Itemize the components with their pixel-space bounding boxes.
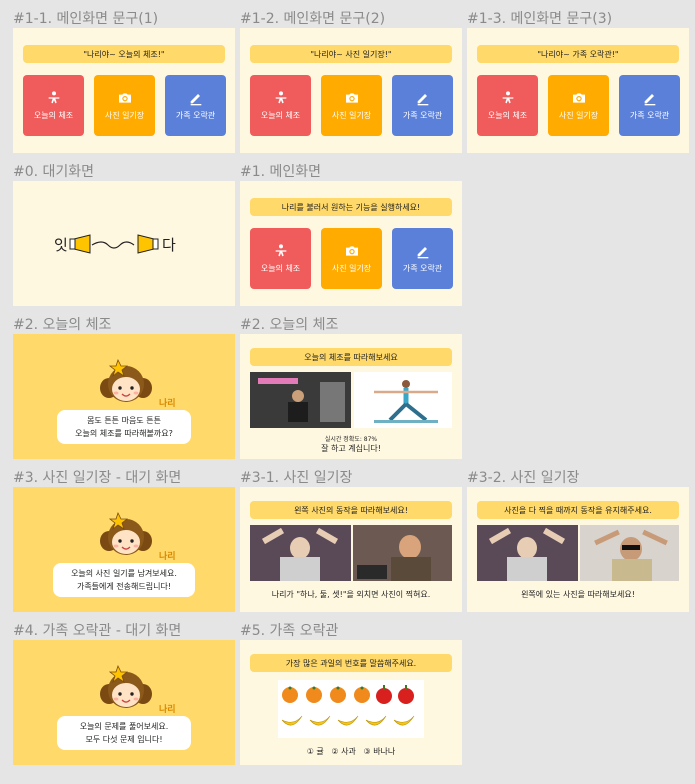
family-game-button[interactable]: 가족 오락관 <box>392 75 453 136</box>
frame-exercise: 오늘의 체조를 따라해보세요 실시간 정확도: 87% 잘 하고 계십니다! <box>240 334 462 459</box>
family-game-button[interactable]: 가족 오락관 <box>619 75 680 136</box>
answer-options: ① 귤 ② 사과 ③ 바나나 <box>306 747 396 756</box>
frame-label-photo-idle: #3. 사진 일기장 - 대기 화면 <box>13 470 182 486</box>
logo-char-2: 다 <box>162 236 176 254</box>
frame-label-photo1: #3-1. 사진 일기장 <box>240 470 353 486</box>
frame-label-m3: #1-3. 메인화면 문구(3) <box>467 11 613 27</box>
mascot-name-tag: 나리 <box>159 399 176 409</box>
apple-icon <box>376 685 414 704</box>
exercise-video[interactable] <box>250 372 351 428</box>
frame-label-ex: #2. 오늘의 체조 <box>240 317 339 333</box>
exercise-button[interactable]: 오늘의 체조 <box>477 75 538 136</box>
family-game-button[interactable]: 가족 오락관 <box>392 228 453 289</box>
itda-logo: 잇 다 <box>54 234 176 254</box>
frame-main-phrase-2: "나리야~ 사진 일기장!" 오늘의 체조 사진 일기장 가족 오락관 <box>240 28 462 153</box>
camera-icon <box>344 243 360 259</box>
frame-photo-1: 왼쪽 사진의 동작을 따라해보세요! 나리가 "하나, 둘, 셋!"을 외치면 … <box>240 487 462 612</box>
yoga-pose-figure <box>374 380 438 423</box>
tangerine-icon <box>282 686 370 703</box>
live-camera-photo <box>580 525 679 581</box>
instruction-banner: 나리를 불러서 원하는 기능을 실행하세요! <box>250 198 452 216</box>
frame-label-main: #1. 메인화면 <box>240 164 322 180</box>
speech-bubble: 오늘의 문제를 풀어보세요. 모두 다섯 문제 입니다! <box>57 716 191 750</box>
frame-label-m2: #1-2. 메인화면 문구(2) <box>240 11 386 27</box>
photo-caption: 나리가 "하나, 둘, 셋!"을 외치면 사진이 찍혀요. <box>271 590 431 599</box>
frame-label-idle: #0. 대기화면 <box>13 164 95 180</box>
exercise-icon <box>500 90 516 106</box>
banana-icon <box>281 715 415 726</box>
frame-label-m1: #1-1. 메인화면 문구(1) <box>13 11 159 27</box>
exercise-button[interactable]: 오늘의 체조 <box>250 75 311 136</box>
nari-mascot <box>94 658 158 718</box>
mascot-name-tag: 나리 <box>159 705 176 715</box>
feedback-text: 잘 하고 계십니다! <box>321 444 381 453</box>
voice-banner: "나리야~ 오늘의 체조!" <box>23 45 225 63</box>
nari-mascot <box>94 505 158 565</box>
frame-main: 나리를 불러서 원하는 기능을 실행하세요! 오늘의 체조 사진 일기장 가족 … <box>240 181 462 306</box>
voice-banner: "나리야~ 가족 오락관!" <box>477 45 679 63</box>
question-banner: 가장 많은 과일의 번호를 말씀해주세요. <box>250 654 452 672</box>
camera-icon <box>571 90 587 106</box>
pencil-icon <box>188 90 204 106</box>
photo-caption: 왼쪽에 있는 사진을 따라해보세요! <box>521 590 635 599</box>
logo-char-1: 잇 <box>54 236 68 254</box>
photo-diary-button[interactable]: 사진 일기장 <box>548 75 609 136</box>
camera-icon <box>344 90 360 106</box>
frame-main-phrase-1: "나리야~ 오늘의 체조!" 오늘의 체조 사진 일기장 가족 오락관 <box>13 28 235 153</box>
frame-label-photo2: #3-2. 사진 일기장 <box>467 470 580 486</box>
frame-photo-2: 사진을 다 찍을 때까지 동작을 유지해주세요. 왼쪽에 있는 사진을 따라해보… <box>467 487 689 612</box>
reference-photo <box>477 525 578 581</box>
frame-quiz-idle: 나리 오늘의 문제를 풀어보세요. 모두 다섯 문제 입니다! <box>13 640 235 765</box>
photo-diary-button[interactable]: 사진 일기장 <box>321 75 382 136</box>
speech-bubble: 몸도 튼튼 마음도 튼튼 오늘의 체조를 따라해볼까요? <box>57 410 191 444</box>
exercise-button[interactable]: 오늘의 체조 <box>23 75 84 136</box>
instruction-banner: 사진을 다 찍을 때까지 동작을 유지해주세요. <box>477 501 679 519</box>
pencil-icon <box>415 90 431 106</box>
exercise-icon <box>273 243 289 259</box>
frame-label-ex-idle: #2. 오늘의 체조 <box>13 317 112 333</box>
frame-main-phrase-3: "나리야~ 가족 오락관!" 오늘의 체조 사진 일기장 가족 오락관 <box>467 28 689 153</box>
instruction-banner: 오늘의 체조를 따라해보세요 <box>250 348 452 366</box>
mascot-name-tag: 나리 <box>159 552 176 562</box>
frame-exercise-idle: 나리 몸도 튼튼 마음도 튼튼 오늘의 체조를 따라해볼까요? <box>13 334 235 459</box>
exercise-icon <box>273 90 289 106</box>
voice-banner: "나리야~ 사진 일기장!" <box>250 45 452 63</box>
exercise-button[interactable]: 오늘의 체조 <box>250 228 311 289</box>
photo-diary-button[interactable]: 사진 일기장 <box>321 228 382 289</box>
nari-mascot <box>94 352 158 412</box>
pencil-icon <box>642 90 658 106</box>
frame-idle: 잇 다 <box>13 181 235 306</box>
fruit-panel <box>278 680 424 738</box>
family-game-button[interactable]: 가족 오락관 <box>165 75 226 136</box>
exercise-reference-image <box>354 372 452 428</box>
speech-bubble: 오늘의 사진 일기를 남겨보세요. 가족들에게 전송해드립니다! <box>53 563 195 597</box>
frame-label-quiz-idle: #4. 가족 오락관 - 대기 화면 <box>13 623 182 639</box>
fruit-grid <box>281 685 415 726</box>
instruction-banner: 왼쪽 사진의 동작을 따라해보세요! <box>250 501 452 519</box>
frame-label-quiz: #5. 가족 오락관 <box>240 623 339 639</box>
accuracy-text: 실시간 정확도: 87% <box>324 436 378 443</box>
exercise-icon <box>46 90 62 106</box>
camera-icon <box>117 90 133 106</box>
photo-diary-button[interactable]: 사진 일기장 <box>94 75 155 136</box>
pencil-icon <box>415 243 431 259</box>
live-camera-photo <box>353 525 452 581</box>
frame-quiz: 가장 많은 과일의 번호를 말씀해주세요. ① 귤 ② 사과 ③ 바나나 <box>240 640 462 765</box>
frame-photo-idle: 나리 오늘의 사진 일기를 남겨보세요. 가족들에게 전송해드립니다! <box>13 487 235 612</box>
reference-photo <box>250 525 351 581</box>
